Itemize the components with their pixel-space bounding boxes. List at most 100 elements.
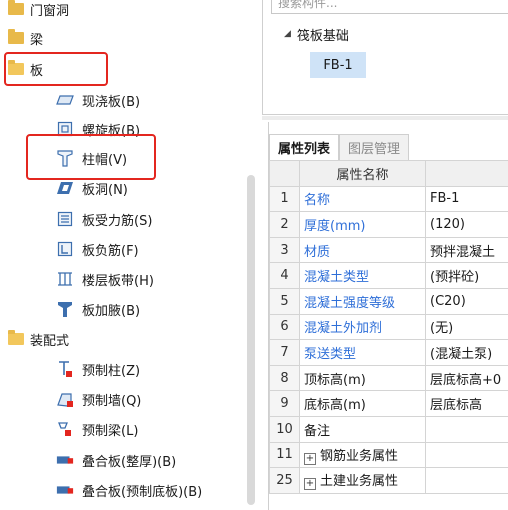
property-value-cell[interactable]: 层底标高 [425, 390, 508, 417]
property-name-label: 顶标高(m) [304, 372, 366, 388]
header-value-cell [425, 160, 508, 187]
table-row[interactable]: 9 底标高(m) 层底标高 [269, 390, 508, 417]
tree-item-cast-slab[interactable]: 现浇板(B) [56, 85, 140, 115]
tree-item-composite-bottom-slab[interactable]: 叠合板(预制底板)(B) [56, 475, 202, 505]
property-name-cell: 顶标高(m) [299, 364, 426, 392]
property-rows: 1 名称 FB-1 2 厚度(mm) (120) 3 材质 预拌混凝土 4 混凝土类型 (预拌砼) 5 混… [269, 185, 508, 494]
row-index-cell: 7 [269, 339, 300, 366]
row-index-cell: 4 [269, 262, 300, 289]
tree-item-label: 梁 [30, 32, 44, 48]
property-name-label: 钢筋业务属性 [320, 448, 399, 464]
property-value-cell[interactable] [425, 467, 508, 494]
row-index-cell: 25 [269, 467, 300, 494]
property-name-label: 底标高(m) [304, 398, 366, 414]
property-name-cell: 混凝土类型 [299, 262, 426, 289]
composite-bottom-slab-icon [56, 481, 74, 499]
tree-item-label: 装配式 [30, 333, 70, 349]
tree-item-precast-wall[interactable]: 预制墙(Q) [56, 384, 141, 414]
tree-item-label: 叠合板(整厚)(B) [82, 454, 177, 470]
property-name-label: 混凝土强度等级 [304, 295, 396, 311]
property-name-cell: 材质 [299, 236, 426, 264]
property-name-label: 备注 [304, 423, 331, 439]
table-row[interactable]: 2 厚度(mm) (120) [269, 211, 508, 238]
tree-item-negative-rebar[interactable]: 板负筋(F) [56, 234, 139, 264]
tab-layer-manager[interactable]: 图层管理 [339, 134, 410, 160]
tab-property-list[interactable]: 属性列表 [269, 134, 340, 160]
property-value-cell[interactable] [425, 415, 508, 443]
tree-item-prefab[interactable]: 装配式 [8, 324, 69, 354]
row-index-cell: 1 [269, 185, 300, 213]
table-row[interactable]: 6 混凝土外加剂 (无) [269, 313, 508, 341]
property-table: 属性名称 1 名称 FB-1 2 厚度(mm) (120) 3 材质 预拌混凝土 4 混凝土类型 (预… [269, 160, 508, 494]
tree-item-label: 楼层板带(H) [82, 273, 154, 289]
precast-wall-icon [56, 390, 74, 408]
tree-node-raft-foundation[interactable]: ◢ 筏板基础 [284, 24, 349, 44]
property-name-label: 厚度(mm) [304, 218, 366, 234]
property-value-cell[interactable]: (120) [425, 211, 508, 238]
property-name-cell: 名称 [299, 185, 426, 213]
property-name-label: 材质 [304, 244, 331, 260]
tree-item-door-window-opening[interactable]: 门窗洞 [8, 0, 69, 24]
negative-rebar-icon [56, 240, 74, 258]
property-name-cell: 备注 [299, 415, 426, 443]
table-row[interactable]: 11 + 钢筋业务属性 [269, 441, 508, 469]
tree-item-slab-rebar[interactable]: 板受力筋(S) [56, 204, 152, 234]
row-index-cell: 11 [269, 441, 300, 469]
precast-column-icon [56, 360, 74, 378]
slab-hole-icon [56, 179, 74, 197]
tree-item-composite-slab[interactable]: 叠合板(整厚)(B) [56, 445, 176, 475]
tree-item-label: 叠合板(预制底板)(B) [82, 484, 203, 500]
table-row[interactable]: 25 + 土建业务属性 [269, 467, 508, 494]
property-value-cell[interactable]: 层底标高+0 [425, 364, 508, 392]
tree-item-floor-strip[interactable]: 楼层板带(H) [56, 264, 154, 294]
tree-item-label: 预制梁(L) [82, 423, 139, 439]
component-type-tree: 门窗洞 梁 板 现浇板(B) 螺旋板(B) 柱帽(V) 板洞(N) 板受力筋(S… [0, 0, 262, 510]
table-row[interactable]: 7 泵送类型 (混凝土泵) [269, 339, 508, 366]
panel-divider [262, 116, 508, 120]
tree-item-label: 预制柱(Z) [82, 363, 141, 379]
property-name-cell: 混凝土强度等级 [299, 287, 426, 315]
chevron-down-icon[interactable]: ◢ [284, 29, 291, 39]
tree-item-precast-column[interactable]: 预制柱(Z) [56, 354, 140, 384]
tree-item-label: 门窗洞 [30, 3, 70, 19]
expand-plus-icon[interactable]: + [304, 452, 316, 465]
header-index-cell [269, 160, 300, 187]
property-value-cell[interactable]: FB-1 [425, 185, 508, 213]
tree-item-slab-haunch[interactable]: 板加腋(B) [56, 294, 140, 324]
tree-item-beam[interactable]: 梁 [8, 23, 43, 53]
property-name-label: 土建业务属性 [320, 474, 399, 490]
table-row[interactable]: 1 名称 FB-1 [269, 185, 508, 213]
tree-item-label: 板加腋(B) [82, 303, 141, 319]
property-value-cell[interactable] [425, 441, 508, 469]
property-panel: 属性列表 图层管理 属性名称 1 名称 FB-1 2 厚度(mm) (120) 3 材质 预拌混… [268, 122, 508, 510]
floor-strip-icon [56, 270, 74, 288]
row-index-cell: 8 [269, 364, 300, 392]
component-item-selected[interactable]: FB-1 [310, 52, 366, 78]
property-value-cell[interactable]: (预拌砼) [425, 262, 508, 289]
header-name-cell: 属性名称 [299, 160, 426, 187]
table-row[interactable]: 5 混凝土强度等级 (C20) [269, 287, 508, 315]
table-row[interactable]: 4 混凝土类型 (预拌砼) [269, 262, 508, 289]
row-index-cell: 6 [269, 313, 300, 341]
table-row[interactable]: 8 顶标高(m) 层底标高+0 [269, 364, 508, 392]
property-value-cell[interactable]: (C20) [425, 287, 508, 315]
tree-scrollbar[interactable] [247, 175, 255, 505]
row-index-cell: 5 [269, 287, 300, 315]
property-value-cell[interactable]: (混凝土泵) [425, 339, 508, 366]
expand-plus-icon[interactable]: + [304, 478, 316, 491]
row-index-cell: 3 [269, 236, 300, 264]
slab-rebar-icon [56, 210, 74, 228]
property-name-cell: 泵送类型 [299, 339, 426, 366]
table-row[interactable]: 10 备注 [269, 415, 508, 443]
property-name-label: 名称 [304, 193, 331, 209]
tree-item-precast-beam[interactable]: 预制梁(L) [56, 414, 138, 444]
tree-item-label: 板负筋(F) [82, 243, 139, 259]
row-index-cell: 10 [269, 415, 300, 443]
property-value-cell[interactable]: (无) [425, 313, 508, 341]
property-value-cell[interactable]: 预拌混凝土 [425, 236, 508, 264]
folder-icon [8, 29, 24, 44]
search-input[interactable]: 搜索构件... [271, 0, 508, 14]
row-index-cell: 9 [269, 390, 300, 417]
slab-icon [56, 91, 74, 109]
table-row[interactable]: 3 材质 预拌混凝土 [269, 236, 508, 264]
